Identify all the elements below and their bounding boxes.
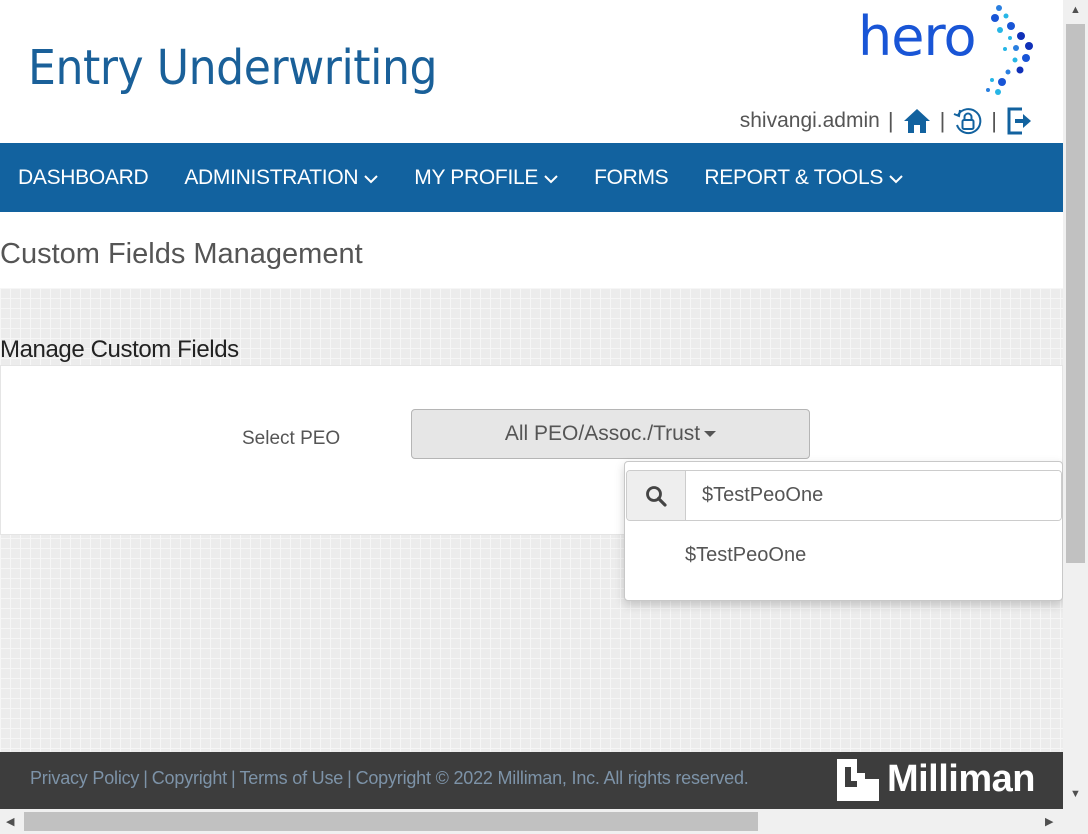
- hero-logo[interactable]: hero: [858, 2, 1038, 98]
- vertical-scrollbar[interactable]: ▲ ▼: [1063, 0, 1088, 809]
- caret-down-icon: [704, 431, 717, 437]
- nav-label: MY PROFILE: [414, 165, 539, 189]
- dropdown-option[interactable]: $TestPeoOne: [685, 544, 806, 567]
- nav-administration[interactable]: ADMINISTRATION: [184, 166, 378, 190]
- username[interactable]: shivangi.admin: [740, 109, 880, 133]
- scroll-right-arrow-icon[interactable]: ▶: [1045, 815, 1053, 828]
- separator: |: [939, 108, 946, 133]
- scroll-up-arrow-icon[interactable]: ▲: [1070, 4, 1081, 16]
- user-bar: shivangi.admin | | |: [740, 104, 1035, 138]
- milliman-wordmark: Milliman: [886, 758, 1036, 800]
- copyright-link[interactable]: Copyright: [152, 768, 227, 789]
- search-icon: [646, 485, 667, 507]
- dropdown-search: [626, 470, 1062, 521]
- horizontal-scroll-thumb[interactable]: [24, 812, 758, 831]
- peo-search-input[interactable]: [686, 471, 1061, 520]
- milliman-mark-icon: [836, 758, 879, 801]
- nav-label: ADMINISTRATION: [184, 165, 359, 189]
- separator: |: [887, 108, 894, 133]
- section-title: Manage Custom Fields: [0, 336, 239, 363]
- separator: |: [991, 108, 997, 133]
- chevron-down-icon: [364, 174, 378, 183]
- footer-links: Privacy Policy | Copyright | Terms of Us…: [30, 768, 749, 789]
- separator: |: [347, 768, 352, 788]
- peo-select[interactable]: All PEO/Assoc./Trust: [411, 409, 810, 459]
- nav-report-tools[interactable]: REPORT & TOOLS: [704, 166, 903, 190]
- terms-of-use-link[interactable]: Terms of Use: [239, 768, 343, 789]
- search-addon: [627, 471, 686, 520]
- app-title: Entry Underwriting: [28, 40, 438, 96]
- select-peo-label: Select PEO: [242, 428, 341, 449]
- horizontal-scrollbar[interactable]: ◀ ▶: [0, 809, 1063, 834]
- logout-button[interactable]: [1005, 106, 1035, 136]
- scroll-down-arrow-icon[interactable]: ▼: [1070, 788, 1081, 800]
- lock-icon: [953, 108, 982, 135]
- home-button[interactable]: [902, 106, 932, 136]
- nav-label: DASHBOARD: [18, 165, 149, 189]
- nav-my-profile[interactable]: MY PROFILE: [414, 166, 558, 190]
- separator: |: [143, 768, 148, 788]
- page-heading: Custom Fields Management: [0, 238, 363, 270]
- peo-dropdown: $TestPeoOne: [624, 461, 1063, 601]
- page: Entry Underwriting hero shivangi.admin |: [0, 0, 1063, 809]
- footer: Privacy Policy | Copyright | Terms of Us…: [0, 752, 1063, 809]
- nav-forms[interactable]: FORMS: [594, 165, 669, 190]
- logo-dots-icon: [986, 5, 1033, 95]
- main-nav: DASHBOARD ADMINISTRATION MY PROFILE FORM…: [0, 143, 1063, 212]
- copyright-text: Copyright © 2022 Milliman, Inc. All righ…: [355, 768, 749, 788]
- scrollbar-corner: [1063, 809, 1088, 834]
- privacy-policy-link[interactable]: Privacy Policy: [30, 768, 139, 789]
- nav-label: REPORT & TOOLS: [704, 165, 884, 189]
- chevron-down-icon: [889, 174, 903, 183]
- nav-label: FORMS: [594, 165, 669, 189]
- peo-select-value: All PEO/Assoc./Trust: [504, 422, 701, 445]
- milliman-logo: Milliman: [836, 758, 1036, 801]
- logout-icon: [1007, 107, 1031, 135]
- change-password-button[interactable]: [953, 106, 983, 136]
- vertical-scroll-thumb[interactable]: [1066, 24, 1085, 563]
- separator: |: [230, 768, 236, 788]
- home-icon: [903, 109, 930, 133]
- chevron-down-icon: [544, 174, 558, 183]
- nav-dashboard[interactable]: DASHBOARD: [18, 165, 149, 190]
- scroll-left-arrow-icon[interactable]: ◀: [6, 815, 14, 828]
